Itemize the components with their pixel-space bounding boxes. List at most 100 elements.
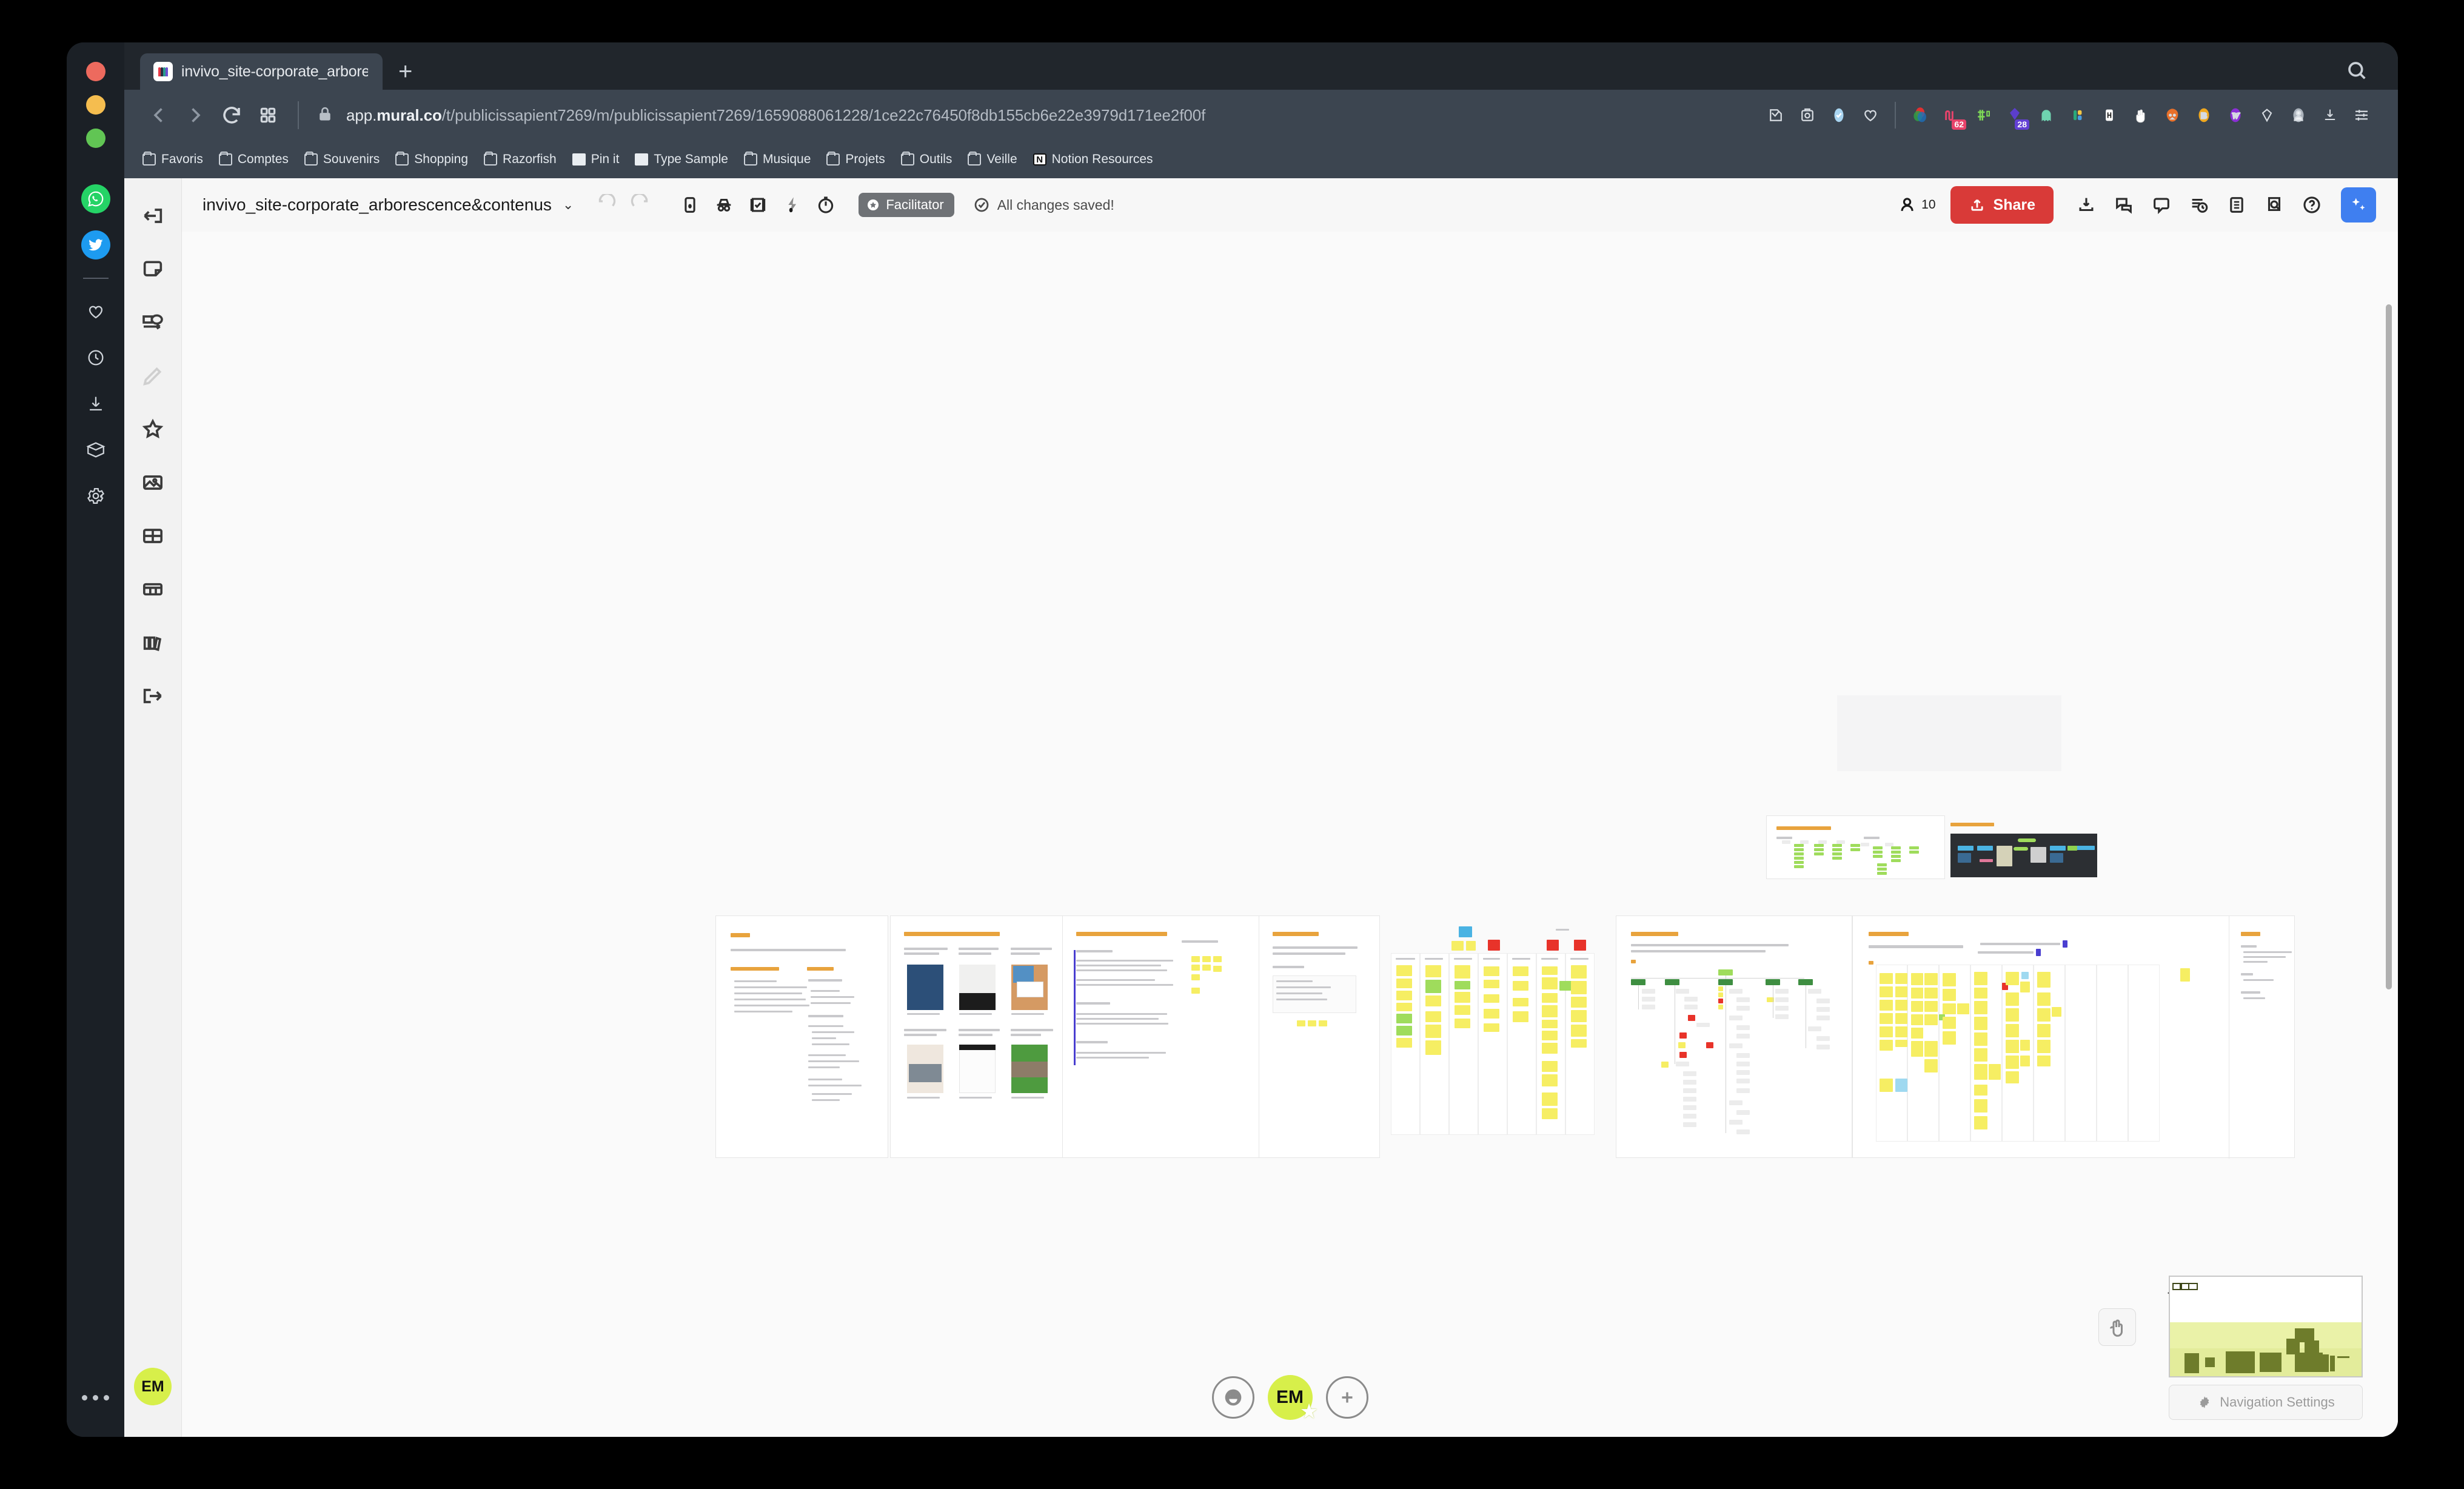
private-mode-icon[interactable] [707,188,741,222]
bookmark-veille[interactable]: Veille [968,152,1017,167]
download-icon[interactable] [81,389,110,418]
color-blocks-icon[interactable] [2062,99,2094,131]
enter-arrow-icon[interactable] [136,679,170,713]
edit-page-icon[interactable] [1760,99,1792,131]
close-window-button[interactable] [85,62,105,81]
ai-sparkle-icon[interactable] [2341,187,2376,223]
current-user-avatar[interactable]: EM ★ [1267,1375,1317,1422]
new-tab-button[interactable]: + [398,59,412,84]
find-icon[interactable] [2257,188,2291,222]
grammar-icon[interactable] [1967,99,1999,131]
apps-grid-icon[interactable] [252,99,284,132]
pocket-icon[interactable]: 28 [1999,99,2030,131]
twitter-icon[interactable] [81,230,110,259]
grid-frame-icon[interactable] [136,519,170,553]
profile-avatar-icon[interactable] [2283,99,2314,131]
mural-canvas[interactable]: − + 2% [182,232,2398,1437]
redo-icon[interactable] [623,188,657,222]
hand-cursor-icon[interactable] [2125,99,2157,131]
activity-icon[interactable] [2182,188,2216,222]
whatsapp-icon[interactable] [81,184,110,213]
bookmark-favoris[interactable]: Favoris [142,152,203,167]
back-button-icon[interactable] [142,99,175,132]
task-check-icon[interactable] [1823,99,1855,131]
frame-sortie-3[interactable] [1852,915,2295,1159]
undo-icon[interactable] [589,188,623,222]
settings-sliders-icon[interactable] [2346,99,2377,131]
bookmark-notion-resources[interactable]: N Notion Resources [1033,152,1153,167]
forward-button-icon[interactable] [179,99,212,132]
tab-search-icon[interactable] [2345,58,2369,82]
frame-reflexion[interactable] [1948,815,2100,879]
bookmark-projets[interactable]: Projets [826,152,885,167]
templates-icon[interactable] [136,626,170,660]
bookmark-musique[interactable]: Musique [744,152,811,167]
outline-panel-icon[interactable] [673,188,707,222]
celebrate-icon[interactable] [775,188,809,222]
bookmark-souvenirs[interactable]: Souvenirs [304,152,380,167]
momentum-icon[interactable]: 62 [1936,99,1967,131]
chevron-down-icon[interactable]: ⌄ [563,197,574,213]
frame-sortie-1[interactable] [1259,915,1380,1158]
timer-icon[interactable] [809,188,843,222]
minimize-window-button[interactable] [85,95,105,115]
heart-icon[interactable] [1855,99,1886,131]
settings-gear-icon[interactable] [81,481,110,510]
b-badge-icon[interactable]: B [2188,99,2220,131]
export-download-icon[interactable] [2069,188,2103,222]
maximize-window-button[interactable] [85,129,105,148]
add-person-icon[interactable] [1325,1376,1368,1419]
h-extension-icon[interactable] [2094,99,2125,131]
mural-logo-icon [153,62,173,81]
frame-sortie-2[interactable] [1616,915,1852,1158]
canvas-vertical-scrollbar[interactable] [2386,304,2392,989]
gem-icon[interactable] [2251,99,2283,131]
bookmark-razorfish[interactable]: Razorfish [484,152,557,167]
people-count[interactable]: 10 [1898,195,1936,215]
bookmark-pin-it[interactable]: Pin it [572,152,619,167]
url-text[interactable]: app.mural.co/t/publicissapient7269/m/pub… [346,106,1205,125]
voting-session-icon[interactable] [741,188,775,222]
frame-sortie-1-columns[interactable] [1380,915,1619,1158]
frame-qualites[interactable] [1062,915,1259,1158]
icons-star-icon[interactable] [136,412,170,446]
bookmark-outils[interactable]: Outils [900,152,952,167]
frame-arborescence-actuelle[interactable] [1766,815,1945,879]
bookmark-shopping[interactable]: Shopping [395,152,468,167]
chat-icon[interactable] [2107,188,2141,222]
w-badge-icon[interactable]: W [2220,99,2251,131]
reload-button-icon[interactable] [215,99,248,132]
screenshot-icon[interactable] [1792,99,1823,131]
hand-pan-icon[interactable] [2098,1308,2136,1346]
box-icon[interactable] [81,435,110,464]
bookmark-type-sample[interactable]: Type Sample [635,152,728,167]
share-button[interactable]: Share [1950,186,2054,224]
downloads-icon[interactable] [2314,99,2346,131]
help-icon[interactable] [2295,188,2329,222]
back-arrow-icon[interactable] [136,199,170,233]
frame-bonnes-pratiques[interactable] [890,915,1063,1158]
agenda-icon[interactable] [2220,188,2254,222]
clock-icon[interactable] [81,343,110,372]
browser-tab[interactable]: invivo_site-corporate_arboresc [140,53,383,90]
ghost-icon[interactable] [2030,99,2062,131]
shapes-connector-icon[interactable] [136,306,170,340]
dock-more-dots[interactable] [67,1395,124,1400]
image-icon[interactable] [136,466,170,500]
pen-icon[interactable] [136,359,170,393]
color-picker-icon[interactable] [1904,99,1936,131]
sticky-note-icon[interactable] [136,252,170,286]
mural-title[interactable]: invivo_site-corporate_arborescence&conte… [203,195,552,215]
comment-icon[interactable] [2144,188,2178,222]
canvas-placeholder-card[interactable] [1837,695,2061,771]
smiley-reaction-icon[interactable] [1211,1376,1254,1419]
firefox-fox-icon[interactable] [2157,99,2188,131]
frame-rappel[interactable] [715,915,888,1158]
bookmark-comptes[interactable]: Comptes [218,152,289,167]
heart-icon[interactable] [81,297,110,326]
navigation-settings-button[interactable]: Navigation Settings [2169,1385,2363,1420]
table-icon[interactable] [136,572,170,606]
rail-user-avatar[interactable]: EM [134,1368,172,1405]
minimap[interactable] [2169,1276,2363,1377]
bookmark-label: Veille [986,152,1017,166]
